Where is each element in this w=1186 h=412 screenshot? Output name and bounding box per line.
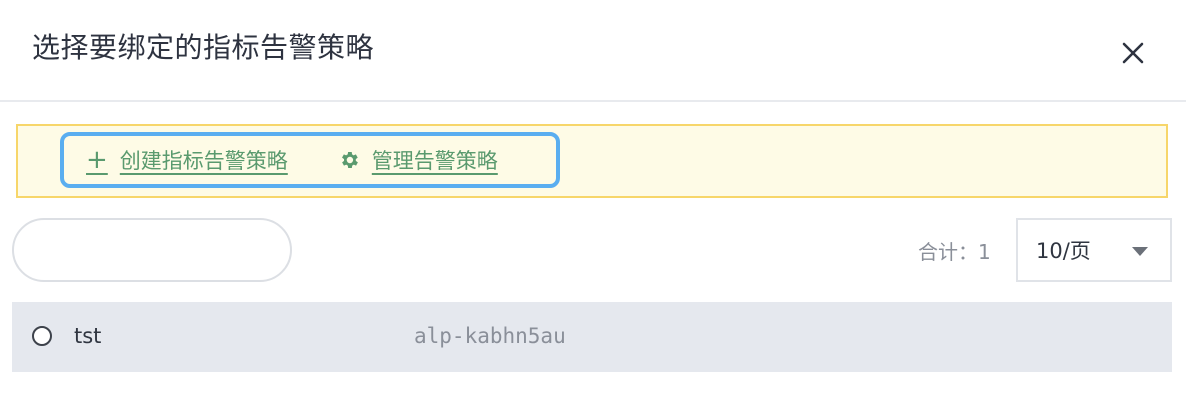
radio-button[interactable] xyxy=(32,326,52,346)
dialog-header: 选择要绑定的指标告警策略 xyxy=(0,0,1186,102)
create-alert-policy-link[interactable]: + 创建指标告警策略 xyxy=(86,145,288,175)
total-count: 合计：1 xyxy=(918,240,991,264)
dialog-title: 选择要绑定的指标告警策略 xyxy=(32,31,375,64)
create-alert-policy-label: 创建指标告警策略 xyxy=(119,149,288,173)
close-icon xyxy=(1122,42,1144,64)
search-input[interactable] xyxy=(12,218,292,282)
policy-name: tst xyxy=(74,324,102,348)
gear-icon xyxy=(341,152,358,168)
caret-down-icon xyxy=(1132,247,1148,256)
page-size-select[interactable]: 10/页 xyxy=(1016,218,1172,282)
focus-highlight: + 创建指标告警策略 管理告警策略 xyxy=(60,132,560,188)
notice-bar: + 创建指标告警策略 管理告警策略 xyxy=(16,124,1168,198)
page-size-value: 10/页 xyxy=(1036,239,1091,263)
bind-alert-policy-dialog: 选择要绑定的指标告警策略 + 创建指标告警策略 管理告警策略 合计：1 10/页 xyxy=(0,0,1186,412)
list-item[interactable]: tst alp-kabhn5au xyxy=(12,302,1172,372)
manage-alert-policy-link[interactable]: 管理告警策略 xyxy=(338,145,498,175)
manage-alert-policy-label: 管理告警策略 xyxy=(371,149,498,173)
plus-icon: + xyxy=(86,145,108,175)
policy-id: alp-kabhn5au xyxy=(414,324,566,348)
close-button[interactable] xyxy=(1120,40,1146,66)
